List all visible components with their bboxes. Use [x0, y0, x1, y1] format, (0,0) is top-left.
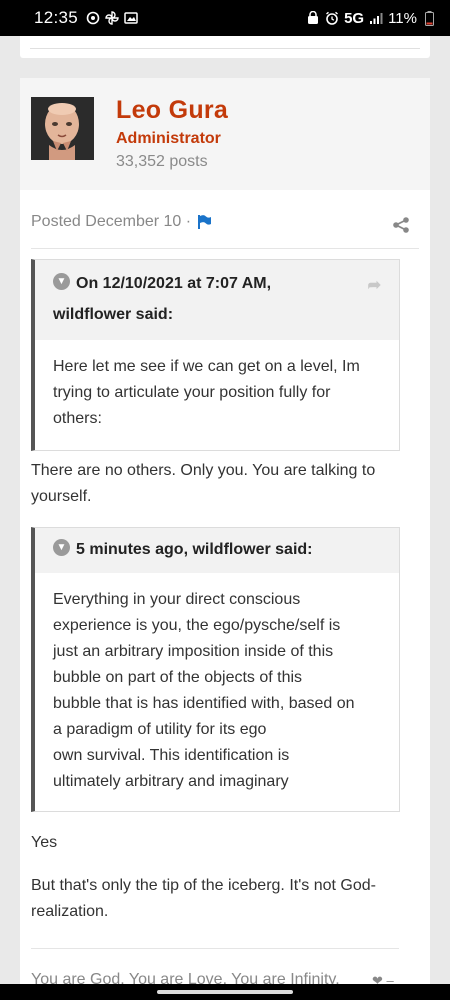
battery-icon: [422, 10, 436, 26]
share-icon[interactable]: [392, 216, 410, 234]
quote-body: Here let me see if we can get on a level…: [53, 358, 360, 427]
quote-header-line2: wildflower said:: [53, 306, 174, 323]
quote-line: own survival. This identification is: [53, 747, 290, 764]
quote-header: ▼ 5 minutes ago, wildflower said:: [35, 528, 399, 573]
quote-line: Everything in your direct conscious: [53, 591, 301, 608]
post-card: Leo Gura Administrator 33,352 posts Post…: [20, 78, 430, 1000]
quote-line: experience is you, the ego/pysche/self i…: [53, 617, 341, 634]
quote-body: Everything in your direct conscious expe…: [35, 573, 399, 811]
post-text: There are no others. Only you. You are t…: [31, 462, 376, 505]
chevron-down-icon[interactable]: ▼: [53, 273, 70, 291]
divider: [31, 248, 419, 249]
avatar[interactable]: [31, 97, 94, 160]
battery-percent: 11%: [388, 9, 417, 27]
quote-line: ultimately arbitrary and imaginary: [53, 773, 289, 790]
divider: [30, 48, 420, 49]
chevron-down-icon[interactable]: ▼: [53, 539, 70, 557]
quote-line: bubble that is has identified with, base…: [53, 695, 355, 712]
signature-divider: [31, 948, 399, 949]
quote-line: bubble on part of the objects of this: [53, 669, 303, 686]
quote-header-text: 5 minutes ago, wildflower said:: [76, 541, 313, 558]
sync-icon: [86, 11, 100, 25]
status-time: 12:35: [34, 8, 79, 27]
quote-header: ▼ On 12/10/2021 at 7:07 AM, wildflower sa…: [35, 260, 399, 340]
quote-block: ▼ On 12/10/2021 at 7:07 AM, wildflower sa…: [31, 259, 400, 451]
author-post-count: 33,352 posts: [116, 153, 208, 170]
secure-icon: [306, 11, 320, 25]
post-meta: Posted December 10 ·: [31, 213, 212, 231]
flag-icon[interactable]: [196, 214, 212, 230]
quote-header-line1: On 12/10/2021 at 7:07 AM,: [76, 275, 272, 292]
network-label: 5G: [344, 9, 365, 27]
alarm-icon: [325, 11, 339, 25]
previous-post-card: [20, 36, 430, 58]
posted-date[interactable]: Posted December 10 ·: [31, 213, 191, 231]
author-name[interactable]: Leo Gura: [116, 96, 228, 125]
home-gesture-bar[interactable]: [157, 990, 293, 994]
quote-line: just an arbitrary imposition inside of t…: [53, 643, 334, 660]
pinwheel-icon: [105, 11, 119, 25]
status-bar: 12:35 5G 11%: [0, 0, 450, 36]
gallery-icon: [124, 11, 138, 25]
system-nav-bar: [0, 984, 450, 1000]
author-panel: Leo Gura Administrator 33,352 posts: [20, 78, 430, 190]
go-to-quote-icon[interactable]: ➦: [368, 270, 381, 301]
author-role: Administrator: [116, 130, 221, 147]
post-text: But that's only the tip of the iceberg. …: [31, 877, 376, 920]
post-text: Yes: [31, 834, 58, 851]
quote-block: ▼ 5 minutes ago, wildflower said: Everyth…: [31, 527, 400, 812]
quote-line: a paradigm of utility for its ego: [53, 721, 267, 738]
signal-icon: [369, 11, 383, 25]
